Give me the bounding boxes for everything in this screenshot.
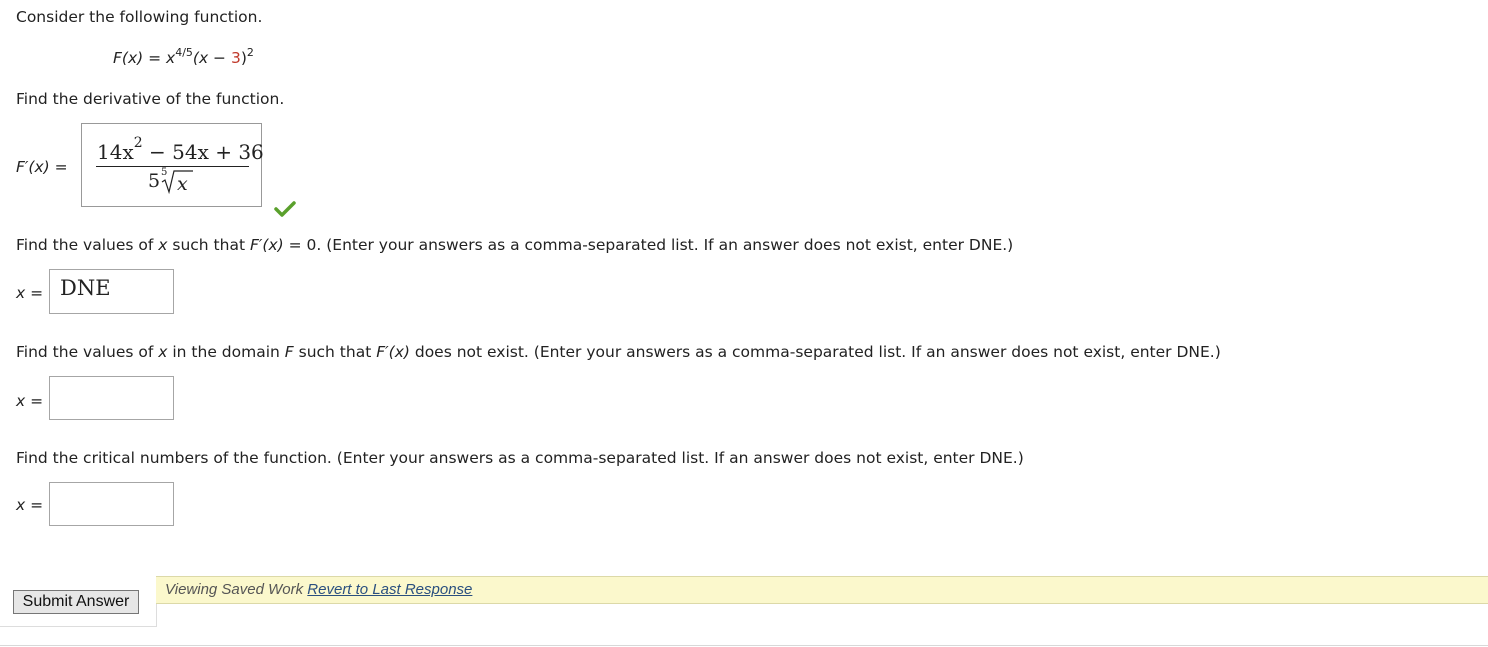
fraction-denominator: 5 5 x	[148, 167, 193, 195]
notice-text: Viewing Saved Work	[165, 581, 308, 598]
function-close: )	[240, 49, 247, 67]
function-lhs: F(x) = x	[113, 49, 176, 67]
critical-question-prompt: Find the critical numbers of the functio…	[16, 449, 1024, 467]
dne-answer-field[interactable]	[49, 376, 174, 420]
zero-answer-field[interactable]: DNE	[49, 269, 174, 314]
function-definition: F(x) = x4/5(x − 3)2	[113, 45, 254, 68]
submit-answer-button[interactable]: Submit Answer	[13, 590, 139, 614]
derivative-answer-field[interactable]: 14x2 − 54x + 36 5 5 x	[81, 123, 264, 207]
function-red-value: 3	[230, 49, 241, 67]
dne-question-prompt: Find the values of x in the domain F suc…	[16, 343, 1221, 361]
zero-question-prompt: Find the values of x such that F′(x) = 0…	[16, 236, 1014, 254]
fraction-bar	[96, 166, 249, 167]
dne-answer-label: x =	[16, 392, 44, 410]
revert-link[interactable]: Revert to Last Response	[307, 581, 472, 598]
checkmark-icon	[274, 201, 296, 217]
fraction-numerator: 14x2 − 54x + 36	[97, 135, 264, 164]
function-outer-exponent: 2	[246, 45, 254, 59]
button-area-border	[0, 626, 157, 627]
derivative-label: F′(x) =	[16, 158, 68, 176]
function-exponent: 4/5	[175, 45, 193, 59]
radicand: x	[177, 173, 188, 195]
saved-work-notice: Viewing Saved Work Revert to Last Respon…	[156, 576, 1488, 604]
derivative-prompt: Find the derivative of the function.	[16, 90, 285, 108]
zero-answer-label: x =	[16, 284, 44, 302]
button-area-side-border	[156, 604, 157, 627]
root-index: 5	[161, 167, 168, 178]
bottom-divider	[0, 645, 1488, 646]
function-mid: (x −	[192, 49, 231, 67]
critical-answer-field[interactable]	[49, 482, 174, 526]
intro-text: Consider the following function.	[16, 8, 263, 26]
critical-answer-label: x =	[16, 496, 44, 514]
derivative-fraction: 14x2 − 54x + 36 5 5 x	[82, 124, 264, 206]
